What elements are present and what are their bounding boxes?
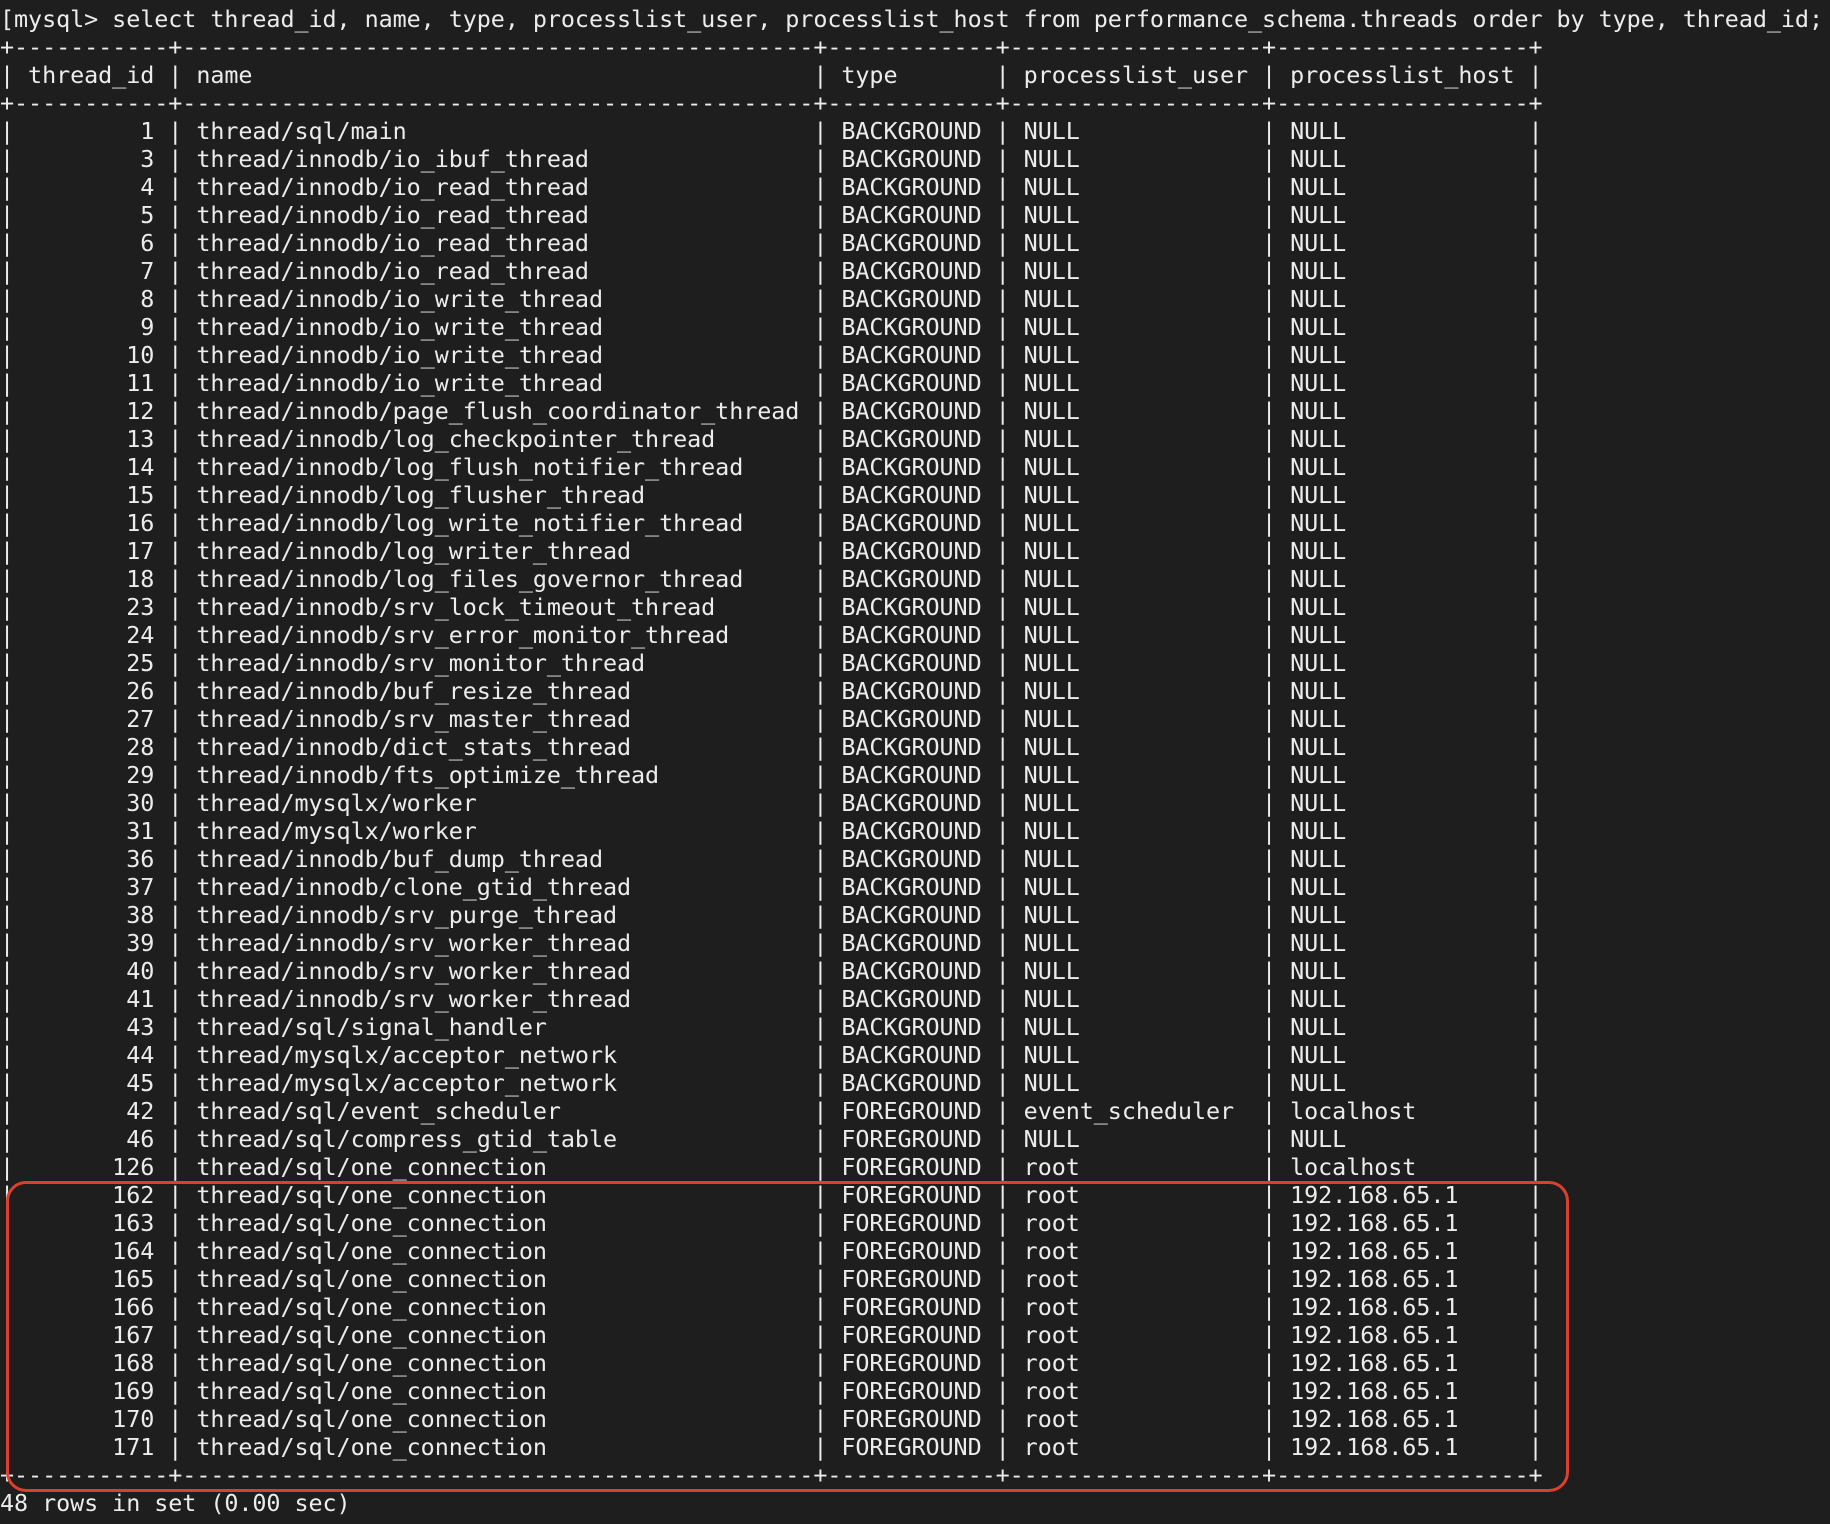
table-row: | 27 | thread/innodb/srv_master_thread |… (0, 705, 1543, 733)
table-row: | 162 | thread/sql/one_connection | FORE… (0, 1181, 1543, 1209)
table-header: | thread_id | name | type | processlist_… (0, 61, 1543, 89)
table-row: | 9 | thread/innodb/io_write_thread | BA… (0, 313, 1543, 341)
table-row: | 171 | thread/sql/one_connection | FORE… (0, 1433, 1543, 1461)
table-row: | 46 | thread/sql/compress_gtid_table | … (0, 1125, 1543, 1153)
table-row: | 12 | thread/innodb/page_flush_coordina… (0, 397, 1543, 425)
command-line: [mysql> select thread_id, name, type, pr… (0, 5, 1823, 33)
table-row: | 168 | thread/sql/one_connection | FORE… (0, 1349, 1543, 1377)
table-row: | 3 | thread/innodb/io_ibuf_thread | BAC… (0, 145, 1543, 173)
table-row: | 30 | thread/mysqlx/worker | BACKGROUND… (0, 789, 1543, 817)
table-row: | 6 | thread/innodb/io_read_thread | BAC… (0, 229, 1543, 257)
table-row: | 38 | thread/innodb/srv_purge_thread | … (0, 901, 1543, 929)
table-row: | 37 | thread/innodb/clone_gtid_thread |… (0, 873, 1543, 901)
table-row: | 165 | thread/sql/one_connection | FORE… (0, 1265, 1543, 1293)
table-row: | 8 | thread/innodb/io_write_thread | BA… (0, 285, 1543, 313)
table-row: | 44 | thread/mysqlx/acceptor_network | … (0, 1041, 1543, 1069)
table-row: | 15 | thread/innodb/log_flusher_thread … (0, 481, 1543, 509)
table-row: | 39 | thread/innodb/srv_worker_thread |… (0, 929, 1543, 957)
table-row: | 28 | thread/innodb/dict_stats_thread |… (0, 733, 1543, 761)
table-row: | 1 | thread/sql/main | BACKGROUND | NUL… (0, 117, 1543, 145)
table-row: | 169 | thread/sql/one_connection | FORE… (0, 1377, 1543, 1405)
table-row: | 166 | thread/sql/one_connection | FORE… (0, 1293, 1543, 1321)
table-row: | 7 | thread/innodb/io_read_thread | BAC… (0, 257, 1543, 285)
table-border: +-----------+---------------------------… (0, 1461, 1543, 1489)
terminal-window[interactable]: [mysql> select thread_id, name, type, pr… (0, 0, 1830, 1524)
table-row: | 163 | thread/sql/one_connection | FORE… (0, 1209, 1543, 1237)
table-row: | 16 | thread/innodb/log_write_notifier_… (0, 509, 1543, 537)
table-row: | 26 | thread/innodb/buf_resize_thread |… (0, 677, 1543, 705)
table-row: | 41 | thread/innodb/srv_worker_thread |… (0, 985, 1543, 1013)
table-row: | 43 | thread/sql/signal_handler | BACKG… (0, 1013, 1543, 1041)
table-row: | 40 | thread/innodb/srv_worker_thread |… (0, 957, 1543, 985)
table-row: | 11 | thread/innodb/io_write_thread | B… (0, 369, 1543, 397)
table-row: | 31 | thread/mysqlx/worker | BACKGROUND… (0, 817, 1543, 845)
table-row: | 17 | thread/innodb/log_writer_thread |… (0, 537, 1543, 565)
table-row: | 126 | thread/sql/one_connection | FORE… (0, 1153, 1543, 1181)
table-border: +-----------+---------------------------… (0, 33, 1543, 61)
table-row: | 18 | thread/innodb/log_files_governor_… (0, 565, 1543, 593)
status-line: 48 rows in set (0.00 sec) (0, 1489, 351, 1517)
table-row: | 42 | thread/sql/event_scheduler | FORE… (0, 1097, 1543, 1125)
table-row: | 36 | thread/innodb/buf_dump_thread | B… (0, 845, 1543, 873)
table-row: | 14 | thread/innodb/log_flush_notifier_… (0, 453, 1543, 481)
table-row: | 24 | thread/innodb/srv_error_monitor_t… (0, 621, 1543, 649)
table-row: | 164 | thread/sql/one_connection | FORE… (0, 1237, 1543, 1265)
table-row: | 5 | thread/innodb/io_read_thread | BAC… (0, 201, 1543, 229)
table-row: | 4 | thread/innodb/io_read_thread | BAC… (0, 173, 1543, 201)
table-row: | 29 | thread/innodb/fts_optimize_thread… (0, 761, 1543, 789)
table-row: | 170 | thread/sql/one_connection | FORE… (0, 1405, 1543, 1433)
table-border: +-----------+---------------------------… (0, 89, 1543, 117)
table-row: | 13 | thread/innodb/log_checkpointer_th… (0, 425, 1543, 453)
table-row: | 23 | thread/innodb/srv_lock_timeout_th… (0, 593, 1543, 621)
table-row: | 167 | thread/sql/one_connection | FORE… (0, 1321, 1543, 1349)
table-row: | 25 | thread/innodb/srv_monitor_thread … (0, 649, 1543, 677)
table-row: | 10 | thread/innodb/io_write_thread | B… (0, 341, 1543, 369)
table-row: | 45 | thread/mysqlx/acceptor_network | … (0, 1069, 1543, 1097)
